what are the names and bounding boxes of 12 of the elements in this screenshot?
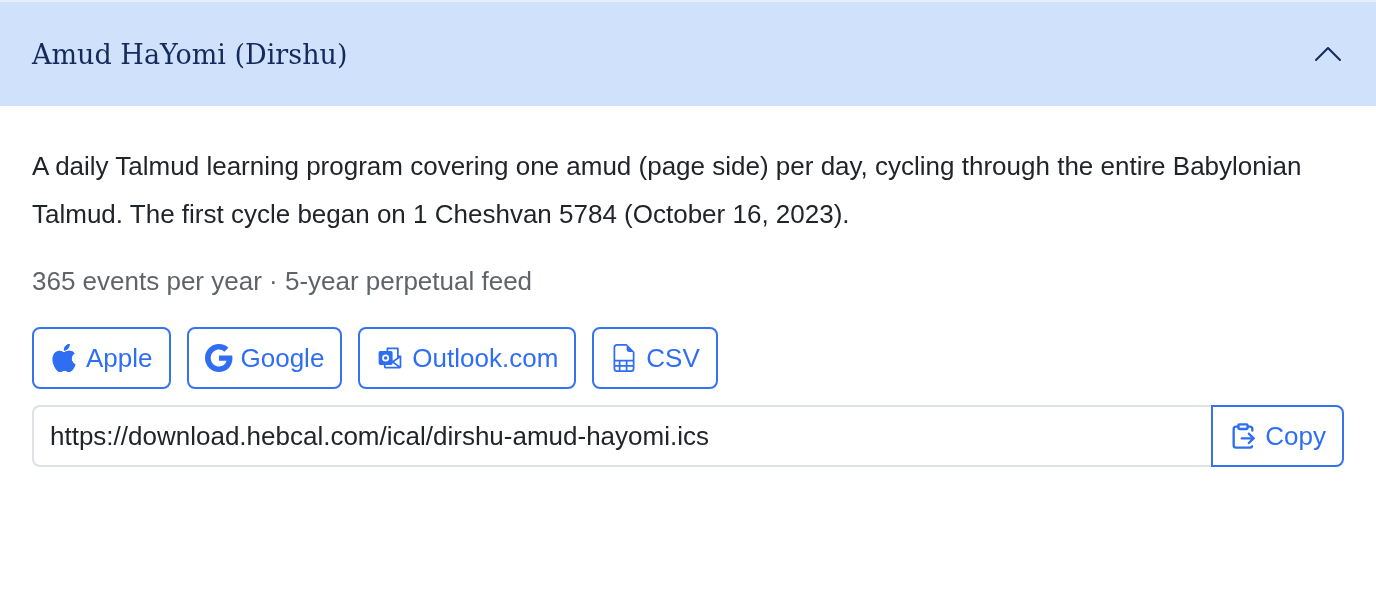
accordion-header[interactable]: Amud HaYomi (Dirshu) — [0, 0, 1376, 106]
calendar-button[interactable]: Google — [186, 327, 343, 389]
apple-icon — [50, 344, 78, 372]
calendar-button[interactable]: CSV — [592, 327, 718, 389]
description: A daily Talmud learning program covering one amud (page side) per day, cycling through the entire Babylonian Talmud. The first cycle began on 1 Cheshvan 5784 (October 16, 2023). — [32, 150, 1303, 231]
copy-button[interactable]: Copy — [1211, 405, 1344, 467]
calendar-button[interactable]: Outlook.com — [358, 327, 577, 389]
google-icon — [204, 344, 233, 372]
accordion-title: Amud HaYomi (Dirshu) — [32, 38, 348, 70]
feed-url-field[interactable]: https://download.hebcal.com/ical/dirshu-amud-hayomi.ics — [32, 405, 1212, 467]
event-summary: 365 events per year · 5-year perpetual feed — [32, 266, 534, 297]
calendar-button[interactable]: Apple — [32, 327, 171, 389]
